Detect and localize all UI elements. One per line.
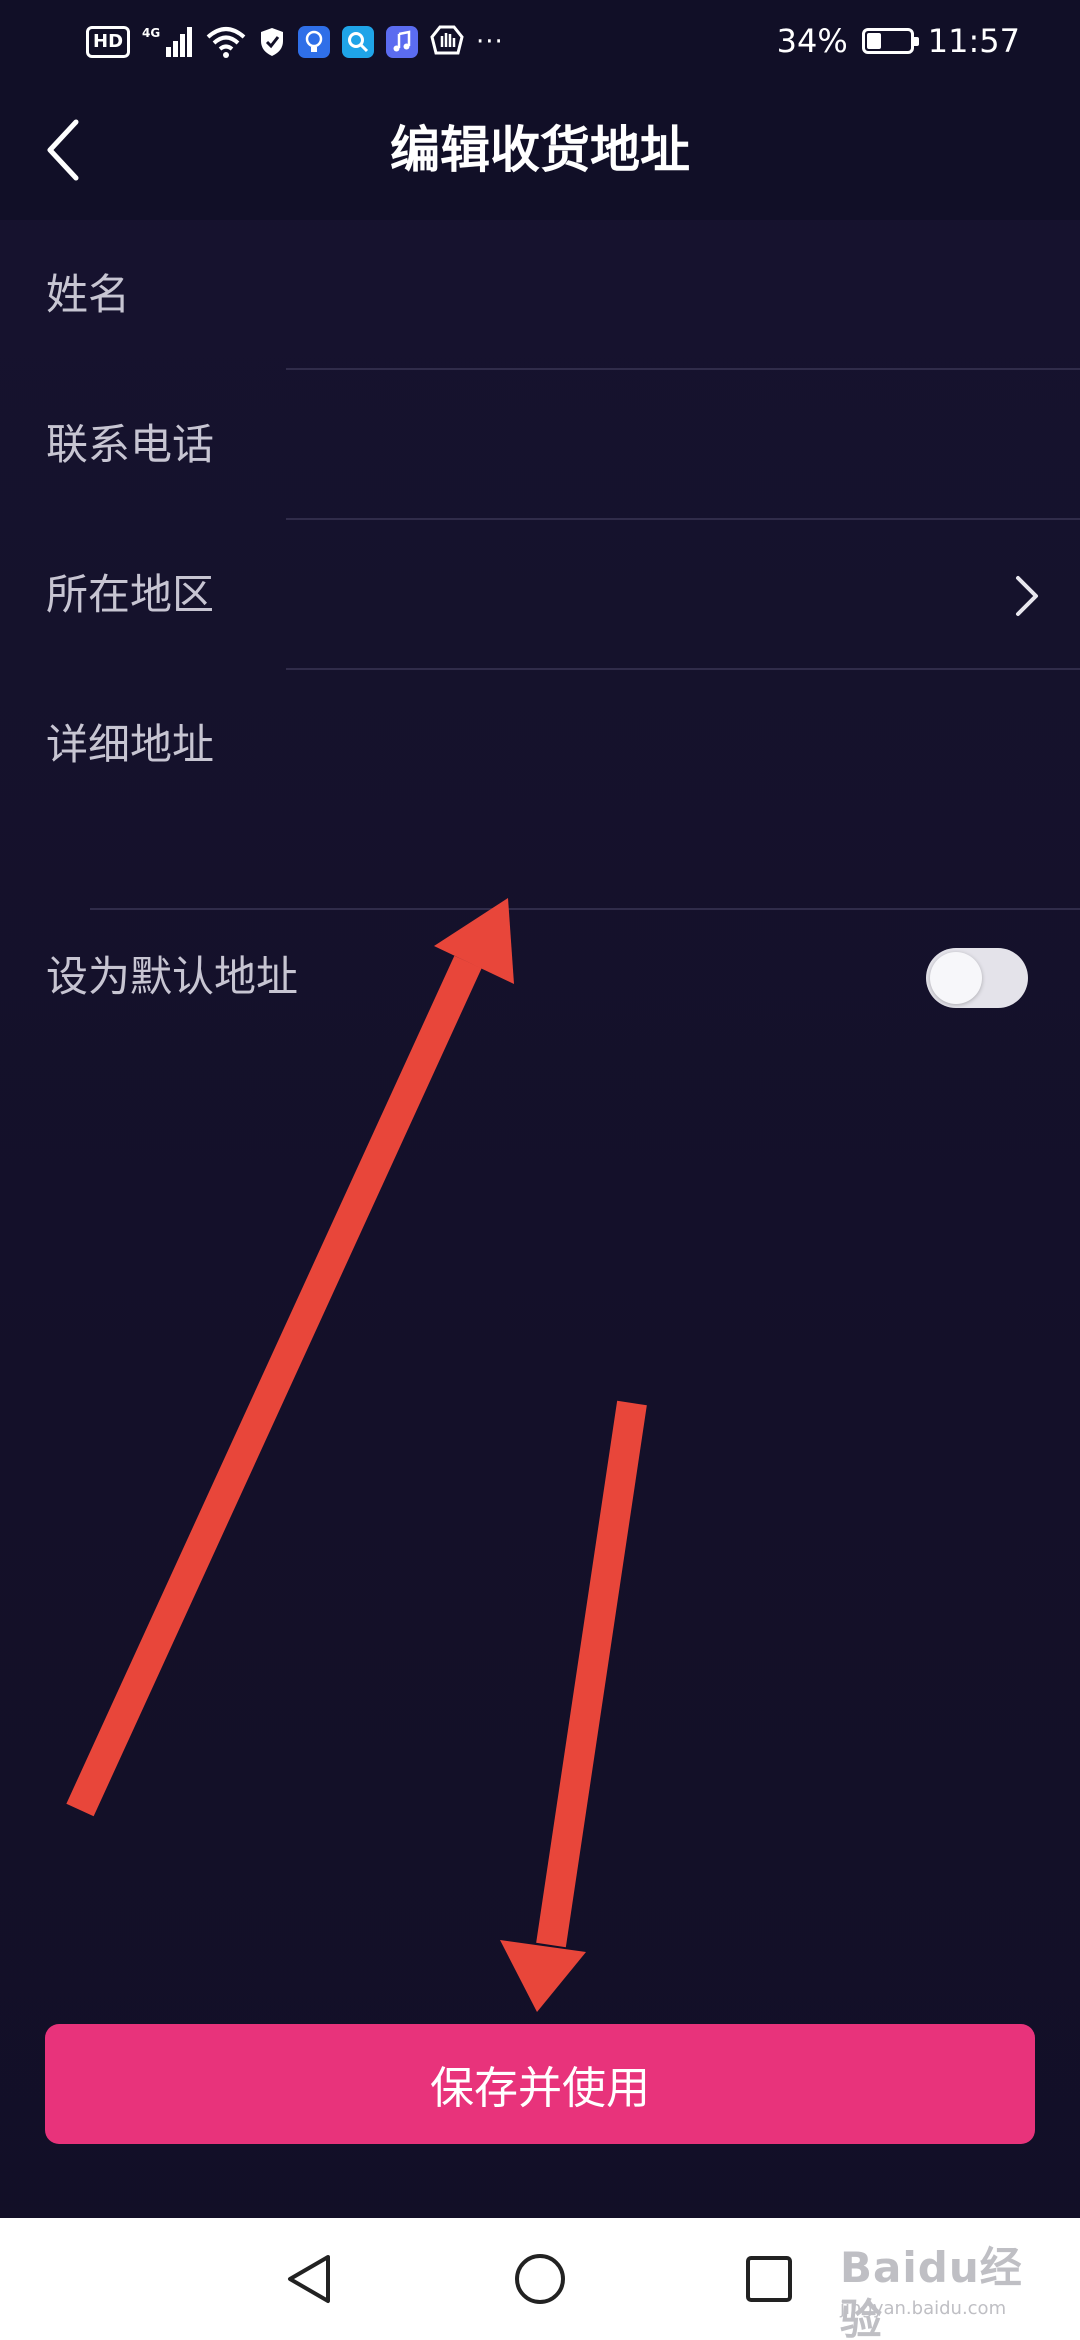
save-button[interactable]: 保存并使用 <box>45 2024 1035 2144</box>
search-app-icon <box>342 26 375 58</box>
status-right: 34% 11:57 <box>777 18 1020 64</box>
shield-icon <box>258 25 286 59</box>
arrow-down-to-save <box>500 1400 647 2012</box>
chevron-right-icon <box>1016 576 1038 616</box>
region-row[interactable]: 所在地区 <box>0 520 1080 670</box>
watermark-main: Baidu经验 <box>840 2243 1023 2340</box>
music-app-icon <box>386 26 419 58</box>
wifi-icon <box>206 25 246 59</box>
phone-input[interactable] <box>288 400 992 492</box>
battery-icon <box>861 28 919 54</box>
system-nav-bar: Baidu经验 jingyan.baidu.com <box>0 2218 1080 2340</box>
phone-label: 联系电话 <box>46 420 215 469</box>
battery-cap <box>913 37 919 46</box>
nav-home-button[interactable] <box>505 2244 575 2314</box>
recents-square-icon <box>746 2256 792 2302</box>
baidu-watermark: Baidu经验 jingyan.baidu.com <box>840 2242 1060 2340</box>
battery-percent: 34% <box>776 22 848 60</box>
default-address-row: 设为默认地址 <box>0 910 1080 1060</box>
region-value <box>288 550 988 640</box>
bulb-app-icon <box>298 26 331 58</box>
home-circle-icon <box>515 2254 565 2304</box>
app-header: 编辑收货地址 <box>0 80 1080 220</box>
nav-recents-button[interactable] <box>734 2244 804 2314</box>
watermark-sub: jingyan.baidu.com <box>840 2298 1007 2319</box>
status-icons: HD 4G ··· <box>86 20 504 64</box>
hand-app-icon <box>430 25 464 59</box>
page-title: 编辑收货地址 <box>390 121 690 179</box>
name-label: 姓名 <box>46 270 131 319</box>
nav-back-button[interactable] <box>274 2244 344 2314</box>
network-type: 4G <box>142 26 160 40</box>
default-address-label: 设为默认地址 <box>46 952 299 1001</box>
signal-icon: 4G <box>142 25 194 59</box>
battery-fill <box>866 33 881 49</box>
hd-icon: HD <box>86 26 131 58</box>
name-input[interactable] <box>288 250 992 342</box>
default-address-toggle[interactable] <box>926 948 1028 1008</box>
toggle-knob <box>930 952 982 1004</box>
name-row: 姓名 <box>0 220 1080 370</box>
address-row: 详细地址 <box>0 670 1080 910</box>
address-label: 详细地址 <box>46 720 215 769</box>
region-label: 所在地区 <box>46 570 215 619</box>
status-bar: HD 4G ··· 34% 11:57 <box>0 0 1080 80</box>
phone-row: 联系电话 <box>0 370 1080 520</box>
screen: HD 4G ··· 34% 11:57 编辑收货地址 姓名 联系电话 所在地区 … <box>0 0 1080 2340</box>
more-icon: ··· <box>476 27 504 57</box>
back-triangle-icon <box>288 2255 330 2303</box>
address-input[interactable] <box>288 700 992 874</box>
clock: 11:57 <box>927 22 1020 60</box>
